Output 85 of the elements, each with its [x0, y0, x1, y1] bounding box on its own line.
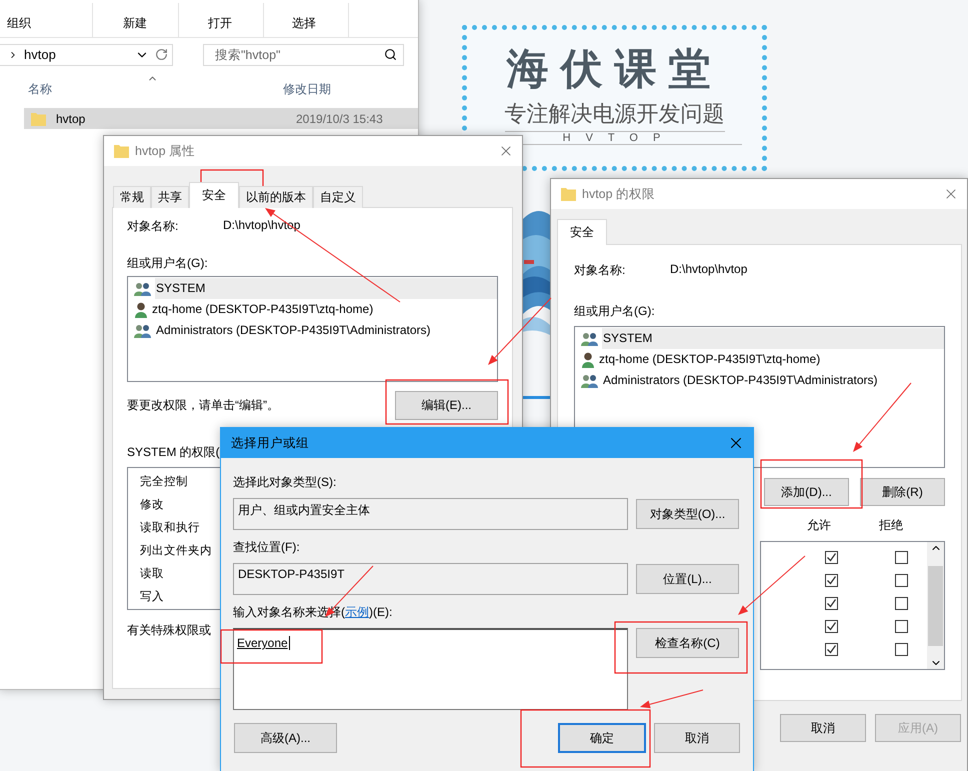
users-group-icon — [581, 374, 599, 388]
checkbox[interactable] — [824, 620, 838, 633]
folder-icon — [561, 187, 576, 201]
column-header[interactable]: 名称 — [28, 81, 283, 98]
ribbon-group-label: 选择 — [264, 3, 349, 37]
add-button[interactable]: 添加(D)... — [764, 478, 849, 506]
names-field[interactable]: Everyone — [233, 628, 628, 710]
refresh-icon[interactable] — [155, 48, 168, 61]
ribbon-group-label: 打开 — [179, 3, 264, 37]
annotation-arrow — [738, 556, 806, 615]
advanced-button[interactable]: 高级(A)... — [234, 723, 337, 753]
field-label: 查找位置(F): — [233, 539, 301, 556]
column-header[interactable]: 修改日期 — [283, 81, 404, 98]
edit-button[interactable]: 编辑(E)... — [395, 391, 498, 420]
checkbox[interactable] — [894, 620, 908, 633]
permission-name: 写入 — [139, 590, 164, 605]
ribbon-group-label: 新建 — [93, 3, 179, 37]
user-list-item[interactable]: SYSTEM — [155, 278, 497, 299]
permission-name: 修改 — [139, 498, 164, 513]
tab[interactable]: 安全 — [557, 219, 607, 245]
window-title: 选择用户或组 — [231, 434, 310, 452]
examples-link[interactable]: 示例 — [345, 605, 369, 619]
object-label: 对象名称: — [574, 262, 626, 279]
checkbox[interactable] — [824, 574, 838, 587]
checkbox[interactable] — [894, 574, 908, 587]
modified-date: 2019/10/3 15:43 — [296, 112, 384, 126]
checkbox[interactable] — [824, 597, 838, 610]
tab[interactable]: 自定义 — [313, 186, 363, 208]
tab[interactable]: 以前的版本 — [239, 186, 313, 208]
user-list-item[interactable]: Administrators (DESKTOP-P435I9T\Administrators) — [155, 320, 497, 341]
logo-slogan: 专注解决电源开发问题 — [504, 99, 724, 132]
window-title: hvtop 属性 — [135, 142, 196, 160]
scrollbar[interactable] — [927, 542, 944, 669]
cancel-button[interactable]: 取消 — [654, 723, 740, 753]
permission-name: 完全控制 — [139, 474, 188, 490]
checkbox[interactable] — [824, 551, 838, 564]
permission-name: 读取 — [139, 566, 164, 582]
annotation-arrow — [640, 690, 704, 708]
group-label: 组或用户名(G): — [574, 303, 656, 320]
tab[interactable]: 安全 — [189, 182, 239, 208]
field-label: 选择此对象类型(S): — [233, 474, 338, 491]
users-group-icon — [581, 332, 599, 346]
file-name[interactable]: hvtop — [56, 112, 296, 126]
permission-name: 读取和执行 — [139, 520, 200, 536]
user-icon — [581, 352, 595, 368]
dialog-button[interactable]: 取消 — [780, 714, 866, 742]
ok-button[interactable]: 确定 — [558, 723, 646, 753]
advanced-hint-text: 有关特殊权限或 — [127, 622, 212, 639]
ribbon-group-label: 组织 — [0, 3, 93, 37]
checkbox[interactable] — [894, 551, 908, 564]
tab[interactable]: 常规 — [113, 186, 151, 208]
checkbox[interactable] — [824, 643, 838, 656]
users-group-icon — [134, 324, 152, 338]
search-input[interactable]: 搜索"hvtop" — [213, 46, 384, 62]
user-list-item[interactable]: Administrators (DESKTOP-P435I9T\Administrators) — [602, 370, 944, 391]
window-title: hvtop 的权限 — [582, 186, 656, 202]
object-path: D:\hvtop\hvtop — [670, 262, 748, 278]
user-list-item[interactable]: ztq-home (DESKTOP-P435I9T\ztq-home) — [151, 299, 497, 320]
permission-name: 列出文件夹内 — [139, 544, 212, 559]
check-names-button[interactable]: 检查名称(C) — [636, 628, 739, 658]
user-list-item[interactable]: ztq-home (DESKTOP-P435I9T\ztq-home) — [598, 349, 944, 370]
deny-header: 拒绝 — [879, 517, 903, 534]
permissions-label: SYSTEM 的权限( — [127, 444, 221, 461]
remove-button[interactable]: 删除(R) — [860, 478, 945, 506]
search-field[interactable]: 搜索"hvtop" — [203, 44, 404, 66]
address-bar[interactable]: hvtop — [0, 44, 173, 66]
object-label: 对象名称: — [127, 218, 180, 235]
users-group-icon — [134, 282, 152, 296]
object-types-button[interactable]: 对象类型(O)... — [636, 499, 739, 529]
checkbox[interactable] — [894, 643, 908, 656]
allow-header: 允许 — [807, 517, 831, 534]
location-field: DESKTOP-P435I9T — [233, 563, 628, 595]
logo-title: 海伏课堂 — [506, 44, 722, 94]
locations-button[interactable]: 位置(L)... — [636, 564, 739, 594]
folder-icon — [114, 144, 129, 158]
tab[interactable]: 共享 — [151, 186, 189, 208]
hint-text: 要更改权限，请单击“编辑”。 — [127, 397, 279, 414]
user-list-item[interactable]: SYSTEM — [602, 328, 944, 349]
object-type-field: 用户、组或内置安全主体 — [233, 498, 628, 530]
checkbox[interactable] — [894, 597, 908, 610]
folder-icon — [31, 112, 46, 126]
group-label: 组或用户名(G): — [127, 255, 209, 272]
search-icon — [384, 48, 397, 61]
annotation-arrow — [488, 298, 552, 365]
user-icon — [134, 302, 148, 318]
